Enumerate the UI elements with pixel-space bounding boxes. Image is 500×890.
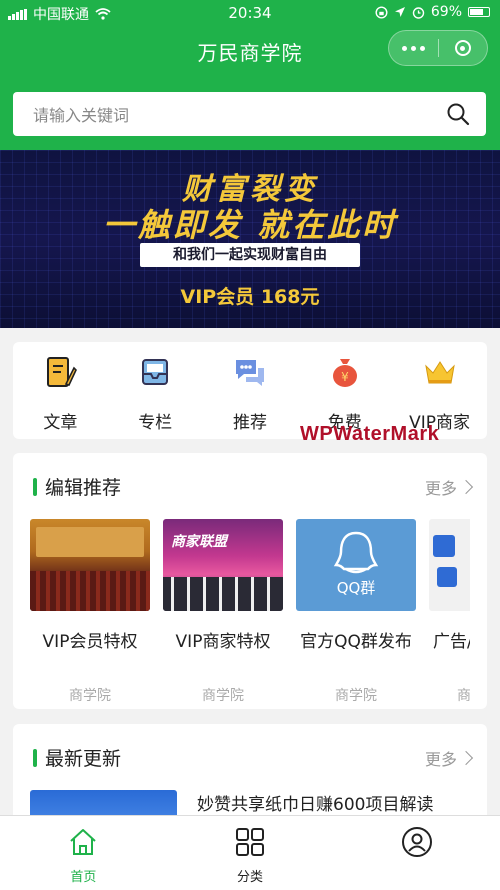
title-bar: 万民商学院 — [0, 26, 500, 74]
mini-program-capsule — [388, 30, 488, 66]
grid-icon — [236, 828, 264, 856]
search-area — [0, 74, 500, 150]
recommend-item-title: 官方QQ群发布 — [300, 632, 412, 652]
promo-banner[interactable]: 财富裂变 一触即发 就在此时 和我们一起实现财富自由 VIP会员 168元 — [0, 150, 500, 328]
status-bar: 中国联通 20:34 69% — [0, 0, 500, 26]
recommend-item-source: 商 — [457, 688, 470, 704]
tab-bar: 首页 分类 — [0, 815, 500, 890]
search-input[interactable] — [31, 92, 435, 138]
recommend-item-source: 商学院 — [69, 688, 111, 704]
recommend-item-title: VIP商家特权 — [175, 632, 271, 652]
recommend-item[interactable]: 广告/ 商 — [429, 519, 470, 704]
recommend-item[interactable]: 商家联盟 VIP商家特权 商学院 — [163, 519, 283, 704]
banner-offer: VIP会员 168元 — [180, 286, 320, 308]
editor-recommend-section: 编辑推荐 更多 VIP会员特权 商学院 商家联盟 VIP商家特权 商学院 QQ群… — [13, 453, 487, 709]
close-target-icon[interactable] — [439, 40, 488, 56]
crown-icon — [424, 361, 455, 384]
latest-more-label: 更多 — [424, 750, 457, 769]
qq-thumb-text: QQ群 — [336, 579, 376, 597]
recommend-more-link[interactable]: 更多 — [424, 475, 474, 499]
tab-category-label: 分类 — [237, 870, 264, 885]
recommend-thumb-auditorium — [30, 519, 150, 611]
recommend-thumb-puzzle — [429, 519, 470, 611]
recommend-item[interactable]: QQ群 官方QQ群发布 商学院 — [296, 519, 416, 704]
tab-home-label: 首页 — [70, 870, 97, 885]
recommend-item[interactable]: VIP会员特权 商学院 — [30, 519, 150, 704]
search-box[interactable] — [13, 92, 486, 138]
recommend-item-source: 商学院 — [202, 688, 244, 704]
recommend-carousel[interactable]: VIP会员特权 商学院 商家联盟 VIP商家特权 商学院 QQ群 官方QQ群发布… — [30, 519, 470, 709]
chat-icon — [235, 360, 264, 386]
location-icon — [394, 7, 405, 17]
recommend-item-source: 商学院 — [335, 688, 377, 704]
home-icon — [70, 829, 97, 855]
search-icon[interactable] — [446, 102, 470, 126]
watermark-text: WPWaterMark — [300, 423, 440, 445]
nav-item-column[interactable]: 专栏 — [108, 342, 203, 439]
nav-item-article[interactable]: 文章 — [13, 342, 108, 439]
tab-profile[interactable] — [333, 816, 500, 890]
nav-label-recommend: 推荐 — [232, 413, 267, 433]
nav-label-article: 文章 — [43, 413, 78, 433]
status-right: 69% — [375, 4, 490, 20]
battery-icon — [468, 7, 490, 17]
svg-text:¥: ¥ — [341, 370, 349, 384]
latest-header: 最新更新 更多 — [33, 744, 474, 772]
banner-tagline: 和我们一起实现财富自由 — [140, 243, 360, 267]
chevron-right-icon — [458, 750, 474, 766]
recommend-thumb-qq: QQ群 — [296, 519, 416, 611]
recommend-item-title: VIP会员特权 — [42, 632, 138, 652]
recommend-thumb-ceremony: 商家联盟 — [163, 519, 283, 611]
recommend-header: 编辑推荐 更多 — [33, 473, 474, 501]
section-accent-bar — [33, 749, 37, 767]
money-bag-icon: ¥ — [332, 359, 357, 387]
section-accent-bar — [33, 478, 37, 496]
recommend-title: 编辑推荐 — [45, 477, 122, 499]
recommend-more-label: 更多 — [424, 479, 457, 498]
tab-home[interactable]: 首页 — [0, 816, 167, 890]
nav-item-recommend[interactable]: 推荐 — [203, 342, 298, 439]
nav-label-column: 专栏 — [138, 413, 173, 433]
latest-item-title[interactable]: 妙赞共享纸巾日赚600项目解读 — [197, 790, 433, 815]
alarm-icon — [412, 6, 425, 19]
user-icon — [401, 827, 432, 857]
lock-rotation-icon — [375, 5, 388, 19]
article-icon — [47, 357, 78, 387]
tab-category[interactable]: 分类 — [167, 816, 334, 890]
banner-subheadline: 一触即发 就在此时 — [102, 206, 398, 244]
chevron-right-icon — [458, 479, 474, 495]
more-icon[interactable] — [389, 45, 438, 51]
battery-percent: 69% — [430, 4, 462, 20]
recommend-item-title: 广告/ — [433, 632, 470, 652]
latest-title: 最新更新 — [45, 748, 122, 770]
latest-more-link[interactable]: 更多 — [424, 746, 474, 770]
column-icon — [142, 359, 169, 385]
